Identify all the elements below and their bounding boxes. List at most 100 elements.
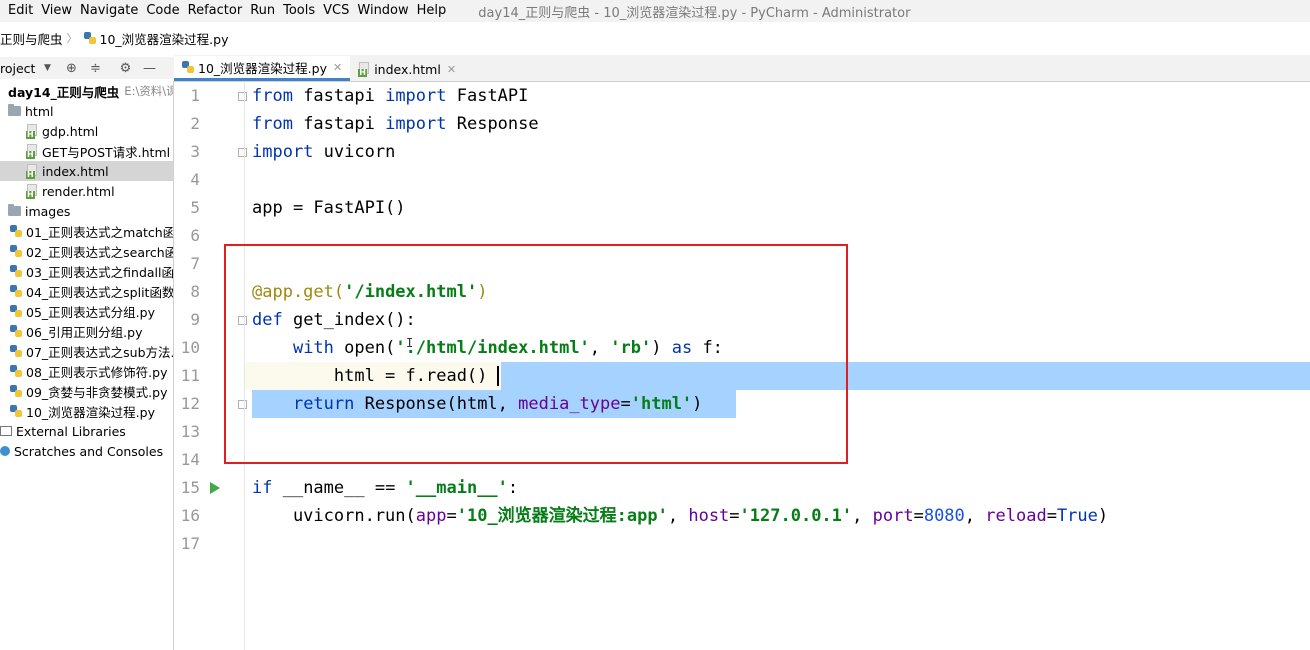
tree-item-html-file[interactable]: render.html — [0, 181, 173, 201]
code-token: = — [729, 506, 740, 526]
tree-item-html-file-selected[interactable]: index.html — [0, 161, 173, 181]
tree-item-py-file[interactable]: 01_正则表达式之match函数 — [0, 221, 173, 241]
line-number: 3 — [190, 142, 200, 161]
fold-marker-icon[interactable] — [238, 148, 247, 157]
code-token: host — [688, 506, 730, 526]
tree-item-py-file[interactable]: 03_正则表达式之findall函数 — [0, 261, 174, 281]
tree-item-html-file[interactable]: GET与POST请求.html — [0, 141, 173, 161]
code-token: import — [385, 114, 447, 134]
code-token: import — [385, 86, 447, 106]
line-number: 15 — [180, 478, 200, 497]
code-token: media_type — [518, 394, 621, 414]
code-token: import — [252, 142, 314, 162]
code-line: html = f.read() — [252, 362, 488, 390]
breadcrumb-file[interactable]: 10_浏览器渲染过程.py — [83, 29, 229, 48]
library-icon — [0, 426, 12, 436]
tree-item-label: images — [25, 203, 71, 219]
python-file-icon — [10, 265, 22, 277]
tree-item-label: 10_浏览器渲染过程.py — [26, 404, 155, 420]
tab-index-html[interactable]: index.html ✕ — [350, 57, 464, 81]
line-number: 2 — [190, 114, 200, 133]
locate-icon[interactable]: ⊕ — [63, 60, 79, 76]
tree-item-external-libraries[interactable]: External Libraries — [0, 421, 173, 441]
code-token: = — [913, 506, 924, 526]
tree-item-py-file[interactable]: 07_正则表达式之sub方法.p — [0, 341, 173, 361]
breadcrumb-project[interactable]: 正则与爬虫 — [0, 29, 63, 48]
code-token: , — [964, 506, 986, 526]
html-file-icon — [358, 62, 370, 77]
menu-view[interactable]: View — [37, 0, 76, 22]
chevron-right-icon: 〉 — [66, 32, 78, 45]
code-token: = — [620, 394, 631, 414]
breadcrumb-file-label: 10_浏览器渲染过程.py — [99, 31, 229, 47]
code-token: port — [872, 506, 914, 526]
scratches-icon — [0, 446, 10, 456]
gear-icon[interactable]: ⚙ — [117, 60, 133, 76]
run-icon[interactable] — [210, 482, 220, 494]
code-line: import uvicorn — [252, 138, 395, 166]
tree-item-py-file[interactable]: 05_正则表达式分组.py — [0, 301, 173, 321]
python-file-icon — [10, 305, 22, 317]
menu-window[interactable]: Window — [353, 0, 412, 22]
html-file-icon — [26, 164, 38, 179]
code-token: with — [292, 338, 334, 358]
line-number: 1 — [190, 86, 200, 105]
tree-item-py-file[interactable]: 02_正则表达式之search函数 — [0, 241, 174, 261]
menu-navigate[interactable]: Navigate — [76, 0, 142, 22]
code-token: , — [589, 338, 611, 358]
menu-tools[interactable]: Tools — [279, 0, 319, 22]
close-icon[interactable]: ✕ — [447, 63, 456, 76]
fold-marker-icon[interactable] — [238, 400, 247, 409]
line-number: 4 — [190, 170, 200, 189]
code-editor[interactable]: 1 2 3 4 5 6 7 8 9 10 11 12 13 14 15 16 1… — [174, 82, 1310, 650]
menu-refactor[interactable]: Refactor — [184, 0, 247, 22]
tree-item-py-file[interactable]: 08_正则表示式修饰符.py — [0, 361, 173, 381]
tree-item-html-folder[interactable]: html — [0, 101, 173, 121]
project-view-selector[interactable]: roject — [0, 61, 35, 76]
code-token: uvicorn — [313, 142, 396, 162]
code-token: fastapi — [292, 114, 386, 134]
code-token: 8080 — [923, 506, 965, 526]
menu-code[interactable]: Code — [142, 0, 183, 22]
menu-edit[interactable]: Edit — [0, 0, 37, 22]
tree-item-label: 03_正则表达式之findall函数 — [26, 264, 174, 280]
code-token: @app.get( — [252, 282, 345, 302]
menu-help[interactable]: Help — [413, 0, 451, 22]
python-file-icon — [83, 32, 96, 44]
line-number: 10 — [180, 338, 200, 357]
menu-run[interactable]: Run — [246, 0, 279, 22]
folder-icon — [8, 104, 21, 116]
tree-item-py-file[interactable]: 09_贪婪与非贪婪模式.py — [0, 381, 173, 401]
tree-item-root[interactable]: day14_正则与爬虫 E:\资料\课 — [0, 81, 173, 101]
code-token: open( — [333, 338, 396, 358]
tree-item-label: 02_正则表达式之search函数 — [26, 244, 174, 260]
python-file-icon — [10, 325, 22, 337]
line-number: 5 — [190, 198, 200, 217]
tree-item-images-folder[interactable]: images — [0, 201, 173, 221]
html-file-icon — [26, 184, 38, 199]
tree-item-py-file[interactable]: 06_引用正则分组.py — [0, 321, 173, 341]
menu-bar: Edit View Navigate Code Refactor Run Too… — [0, 0, 1310, 22]
tree-item-py-file[interactable]: 04_正则表达式之split函数.p — [0, 281, 173, 301]
close-icon[interactable]: ✕ — [333, 61, 342, 74]
minimize-icon[interactable]: — — [141, 60, 157, 76]
code-token: '/index.html' — [344, 282, 478, 302]
tree-item-py-file[interactable]: 10_浏览器渲染过程.py — [0, 401, 173, 421]
tree-item-label: 06_引用正则分组.py — [26, 324, 143, 340]
code-token: Response(html, — [354, 394, 519, 414]
code-line: from fastapi import FastAPI — [252, 82, 528, 110]
tab-browser-render-py[interactable]: 10_浏览器渲染过程.py ✕ — [174, 56, 351, 81]
chevron-down-icon[interactable]: ▼ — [39, 60, 55, 76]
tree-item-scratches[interactable]: Scratches and Consoles — [0, 441, 173, 461]
collapse-all-icon[interactable]: ≑ — [87, 60, 103, 76]
fold-marker-icon[interactable] — [238, 92, 247, 101]
fold-marker-icon[interactable] — [238, 316, 247, 325]
tree-item-html-file[interactable]: gdp.html — [0, 121, 173, 141]
menu-vcs[interactable]: VCS — [319, 0, 353, 22]
text-caret — [497, 366, 499, 386]
code-token: reload — [985, 506, 1047, 526]
code-line: uvicorn.run(app='10_浏览器渲染过程:app', host='… — [252, 502, 1108, 530]
python-file-icon — [10, 225, 22, 237]
code-token: as — [671, 338, 693, 358]
python-file-icon — [10, 285, 22, 297]
